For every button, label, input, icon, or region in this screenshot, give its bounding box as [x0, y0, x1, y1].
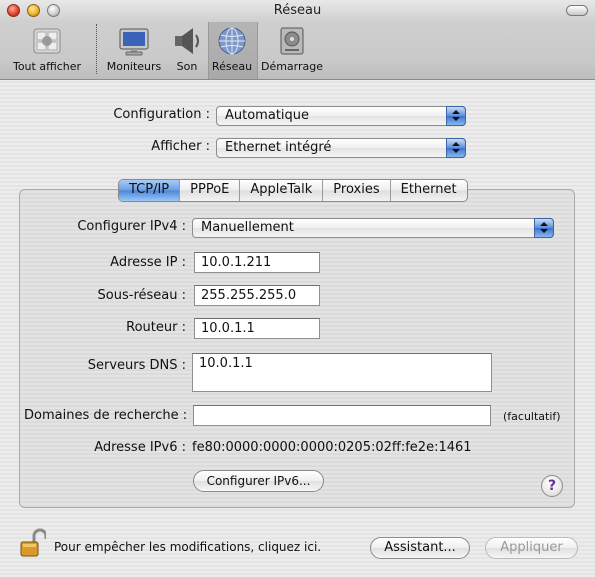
ipv4-label: Configurer IPv4 : — [77, 219, 186, 234]
toolbar-separator — [96, 24, 97, 74]
toolbar-item-son[interactable]: Son — [170, 22, 204, 78]
dns-servers-field[interactable]: 10.0.1.1 — [192, 353, 492, 392]
ipv6-address-value: fe80:0000:0000:0000:0205:02ff:fe2e:1461 — [192, 440, 472, 455]
optional-note: (facultatif) — [503, 410, 561, 423]
configure-ipv6-button[interactable]: Configurer IPv6... — [193, 470, 324, 492]
tab-appletalk[interactable]: AppleTalk — [239, 180, 322, 201]
toolbar-toggle-button[interactable] — [566, 5, 588, 16]
afficher-label: Afficher : — [151, 139, 210, 154]
afficher-popup[interactable]: Ethernet intégré — [216, 138, 466, 158]
ipv4-method-value: Manuellement — [201, 220, 294, 235]
afficher-value: Ethernet intégré — [225, 140, 332, 155]
subnet-label: Sous-réseau : — [97, 288, 186, 303]
lock-message[interactable]: Pour empêcher les modifications, cliquez… — [54, 540, 321, 554]
router-label: Routeur : — [126, 320, 186, 335]
tab-bar: TCP/IP PPPoE AppleTalk Proxies Ethernet — [118, 179, 468, 202]
toolbar-item-label: Tout afficher — [12, 60, 82, 73]
help-button[interactable]: ? — [541, 475, 563, 497]
toolbar-item-tout-afficher[interactable]: Tout afficher — [6, 22, 88, 78]
tab-tcpip[interactable]: TCP/IP — [119, 180, 180, 201]
toolbar-item-moniteurs[interactable]: Moniteurs — [104, 22, 164, 78]
window-title: Réseau — [273, 3, 322, 18]
configuration-popup[interactable]: Automatique — [216, 106, 466, 126]
monitor-icon — [118, 25, 150, 57]
apply-button[interactable]: Appliquer — [485, 537, 578, 559]
hard-disk-icon — [276, 25, 308, 57]
apple-grid-icon — [31, 25, 63, 57]
toolbar-item-label: Son — [176, 60, 198, 73]
toolbar-item-demarrage[interactable]: Démarrage — [260, 22, 324, 78]
ipv4-method-popup[interactable]: Manuellement — [192, 218, 554, 238]
subnet-field[interactable]: 255.255.255.0 — [194, 285, 320, 306]
configuration-label: Configuration : — [113, 107, 210, 122]
dns-label: Serveurs DNS : — [87, 358, 186, 373]
tab-pppoe[interactable]: PPPoE — [179, 180, 239, 201]
search-domains-field[interactable] — [193, 405, 491, 426]
title-toolbar: Réseau Tout afficher Moniteurs Son Résea… — [0, 0, 595, 80]
assistant-button[interactable]: Assistant... — [370, 537, 470, 559]
tab-ethernet[interactable]: Ethernet — [389, 180, 467, 201]
tab-proxies[interactable]: Proxies — [322, 180, 389, 201]
popup-arrows-icon — [534, 218, 554, 238]
toolbar-item-label: Réseau — [211, 60, 253, 73]
ip-address-field[interactable]: 10.0.1.211 — [194, 252, 320, 273]
toolbar-item-label: Démarrage — [260, 60, 324, 73]
popup-arrows-icon — [446, 106, 466, 126]
system-preferences-window: Réseau Tout afficher Moniteurs Son Résea… — [0, 0, 595, 577]
network-globe-icon — [216, 25, 248, 57]
ip-address-label: Adresse IP : — [110, 255, 186, 270]
configuration-value: Automatique — [225, 108, 310, 123]
popup-arrows-icon — [446, 138, 466, 158]
toolbar-item-reseau[interactable]: Réseau — [208, 22, 256, 78]
toolbar-item-label: Moniteurs — [106, 60, 162, 73]
router-field[interactable]: 10.0.1.1 — [194, 318, 320, 339]
ipv6-address-label: Adresse IPv6 : — [94, 440, 186, 455]
speaker-icon — [171, 25, 203, 57]
search-domains-label: Domaines de recherche : — [24, 408, 188, 423]
unlocked-padlock-icon[interactable] — [20, 528, 48, 558]
